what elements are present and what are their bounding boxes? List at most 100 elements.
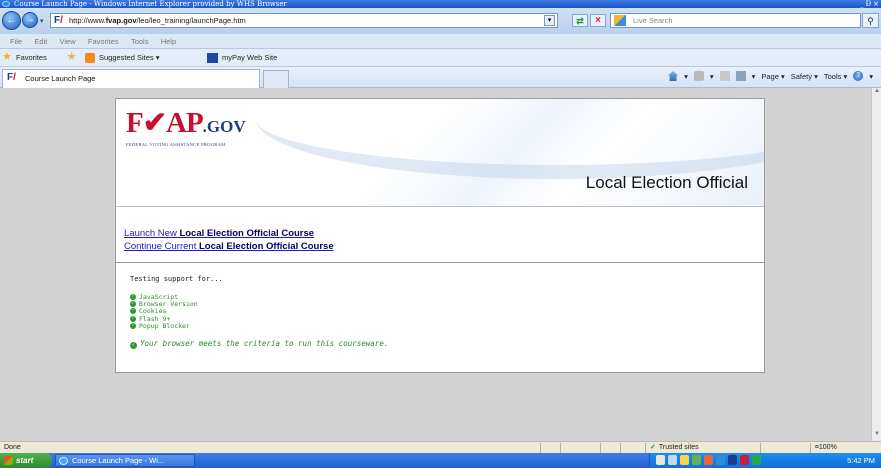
banner-swoosh (256, 99, 764, 179)
live-search-icon (614, 15, 626, 26)
help-tray-icon[interactable] (656, 455, 665, 465)
course-links: Launch New Local Election Official Cours… (124, 227, 334, 253)
check-item: ✓ Popup Blocker (130, 321, 190, 330)
home-icon[interactable] (668, 71, 679, 81)
volume-tray-icon[interactable] (716, 455, 725, 465)
check-icon: ✓ (130, 315, 136, 322)
favorites-bar: ★ Favorites ✭ Suggested Sites ▾ myPay We… (0, 49, 881, 67)
start-button[interactable]: start (0, 453, 52, 468)
checkmark-icon: ✓ (650, 444, 656, 451)
maximize-button[interactable]: Ɖ (865, 0, 871, 8)
tab-bar: F/ Course Launch Page ▾ ▾ ▾ Page ▾ Safet… (0, 67, 881, 88)
search-box[interactable]: Live Search (610, 13, 861, 28)
favorites-star-icon: ★ (2, 51, 12, 63)
menu-bar: File Edit View Favorites Tools Help (0, 34, 881, 49)
page-banner: F✔AP.GOV FEDERAL VOTING ASSISTANCE PROGR… (116, 99, 764, 207)
taskbar: start Course Launch Page - Wi... 5:42 PM (0, 453, 881, 468)
feeds-icon[interactable] (693, 71, 704, 81)
command-bar: ▾ ▾ ▾ Page ▾ Safety ▾ Tools ▾ ? ▾ (668, 71, 873, 83)
home-dropdown-icon[interactable]: ▾ (684, 71, 688, 83)
add-favorite-icon[interactable]: ✭ (67, 52, 81, 64)
window-title: Course Launch Page - Windows Internet Ex… (14, 0, 287, 8)
history-dropdown-icon[interactable]: ▾ (40, 17, 44, 25)
tray-overflow-icon[interactable] (680, 455, 689, 465)
clock: 5:42 PM (847, 456, 875, 465)
fvap-tagline: FEDERAL VOTING ASSISTANCE PROGRAM (126, 142, 226, 147)
tools-menu[interactable]: Tools ▾ (824, 71, 847, 83)
status-divider (560, 443, 561, 453)
status-divider (810, 443, 811, 453)
check-icon: ✓ (130, 294, 136, 300)
scroll-up-icon[interactable]: ▲ (873, 88, 881, 98)
status-divider (760, 443, 761, 453)
page-viewport: F✔AP.GOV FEDERAL VOTING ASSISTANCE PROGR… (0, 88, 871, 441)
refresh-button[interactable]: ⇄ (572, 14, 588, 27)
menu-view[interactable]: View (55, 34, 81, 49)
search-input[interactable]: Live Search (633, 16, 673, 25)
taskbar-item-ie[interactable]: Course Launch Page - Wi... (55, 454, 195, 467)
tray-icons (656, 455, 761, 465)
mypay-link[interactable]: myPay Web Site (222, 49, 277, 67)
windows-logo-icon (4, 456, 13, 465)
launch-new-course-link[interactable]: Launch New Local Election Official Cours… (124, 227, 334, 240)
continue-course-link[interactable]: Continue Current Local Election Official… (124, 240, 334, 253)
mail-icon[interactable] (719, 71, 730, 81)
close-button[interactable]: × (873, 0, 879, 8)
address-toolbar: ← → ▾ F/ http://www.fvap.gov/leo/leo_tra… (0, 8, 881, 34)
status-divider (620, 443, 621, 453)
security-tray-icon[interactable] (692, 455, 701, 465)
tab-favicon: F/ (7, 72, 16, 83)
testing-intro: Testing support for... (130, 275, 223, 283)
system-tray: 5:42 PM (649, 453, 881, 468)
vertical-scrollbar[interactable]: ▲ ▼ (871, 88, 881, 441)
site-favicon: F/ (54, 15, 63, 26)
help-dropdown-icon[interactable]: ▾ (869, 71, 873, 83)
update-tray-icon[interactable] (704, 455, 713, 465)
favorites-button[interactable]: Favorites (16, 49, 47, 67)
tab-course-launch[interactable]: F/ Course Launch Page (2, 69, 260, 88)
check-list: ✓ JavaScript ✓ Browser Version ✓ Cookies ✓ F… (130, 293, 198, 330)
status-divider (600, 443, 601, 453)
fvap-logo-gov: .GOV (202, 117, 246, 136)
scroll-down-icon[interactable]: ▼ (873, 431, 881, 441)
ie-icon (59, 457, 68, 465)
antivirus-tray-icon[interactable] (740, 455, 749, 465)
address-url[interactable]: http://www.fvap.gov/leo/leo_training/lau… (69, 16, 246, 25)
back-button[interactable]: ← (2, 11, 21, 30)
safety-menu[interactable]: Safety ▾ (791, 71, 818, 83)
menu-tools[interactable]: Tools (126, 34, 154, 49)
minimize-button[interactable]: _ (860, 0, 864, 8)
feeds-dropdown-icon[interactable]: ▾ (710, 71, 714, 83)
ie-icon (2, 1, 10, 7)
check-result: ✓ Your browser meets the criteria to run … (130, 339, 389, 349)
fvap-logo-mark: F✔AP (126, 107, 204, 139)
page-menu[interactable]: Page ▾ (761, 71, 784, 83)
forward-button[interactable]: → (22, 12, 38, 28)
course-launch-panel: F✔AP.GOV FEDERAL VOTING ASSISTANCE PROGR… (115, 98, 765, 373)
window-title-bar: Course Launch Page - Windows Internet Ex… (0, 0, 881, 8)
print-dropdown-icon[interactable]: ▾ (752, 71, 756, 83)
status-divider (645, 443, 646, 453)
search-icon[interactable]: ⚲ (862, 13, 879, 28)
mypay-icon (207, 53, 218, 63)
stop-button[interactable]: × (590, 14, 606, 27)
menu-help[interactable]: Help (156, 34, 181, 49)
check-icon: ✓ (130, 308, 136, 315)
fvap-logo: F✔AP.GOV FEDERAL VOTING ASSISTANCE PROGR… (126, 107, 246, 148)
status-divider (540, 443, 541, 453)
new-tab-button[interactable] (263, 70, 289, 88)
display-tray-icon[interactable] (728, 455, 737, 465)
menu-edit[interactable]: Edit (29, 34, 52, 49)
check-icon: ✓ (130, 342, 137, 349)
browser-check-section: Testing support for... ✓ JavaScript ✓ Brow… (116, 262, 764, 372)
connection-tray-icon[interactable] (752, 455, 761, 465)
help-icon[interactable]: ? (853, 71, 864, 81)
suggested-sites-link[interactable]: Suggested Sites ▾ (99, 49, 159, 67)
menu-favorites[interactable]: Favorites (83, 34, 124, 49)
network-tray-icon[interactable] (668, 455, 677, 465)
address-dropdown-icon[interactable]: ▾ (544, 15, 555, 26)
print-icon[interactable] (735, 71, 746, 81)
address-bar[interactable]: F/ http://www.fvap.gov/leo/leo_training/… (50, 13, 558, 28)
tab-label: Course Launch Page (25, 74, 96, 83)
menu-file[interactable]: File (0, 34, 27, 49)
